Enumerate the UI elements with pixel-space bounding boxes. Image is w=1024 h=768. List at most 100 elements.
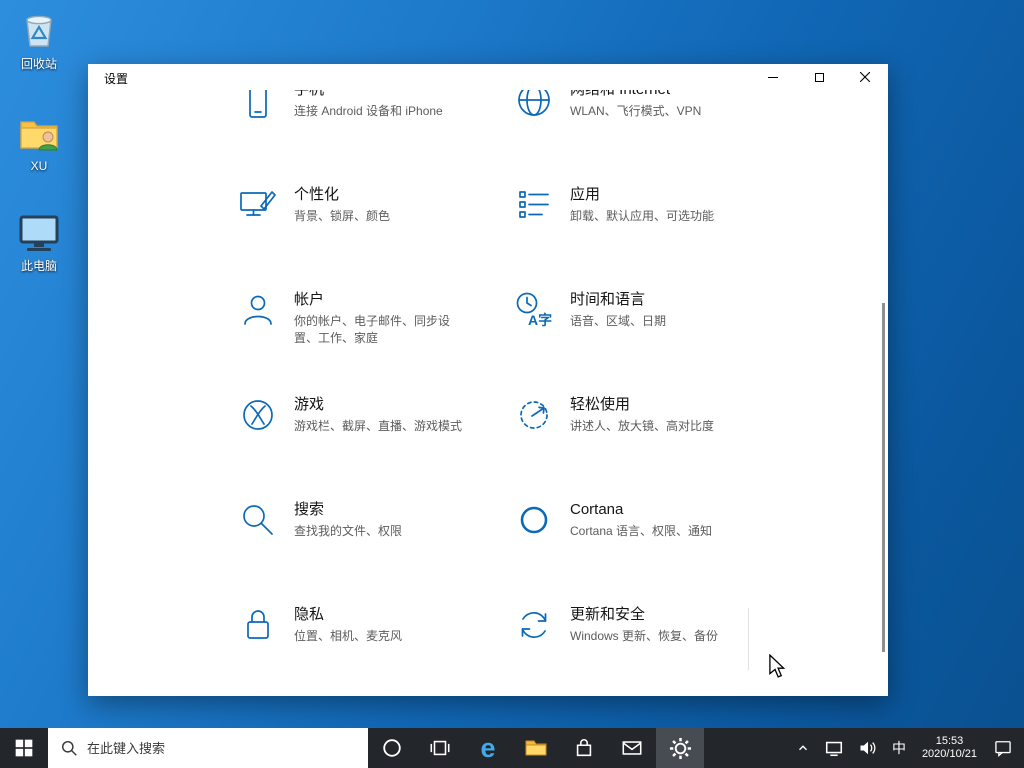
lock-icon <box>238 605 278 645</box>
cortana-button[interactable] <box>368 728 416 768</box>
apps-icon <box>514 185 554 225</box>
taskbar-search[interactable] <box>48 728 368 768</box>
network-icon <box>825 741 842 757</box>
settings-category-update-security[interactable]: 更新和安全 Windows 更新、恢复、备份 <box>514 605 786 696</box>
category-title: 隐私 <box>294 606 325 623</box>
category-title: 时间和语言 <box>570 291 646 308</box>
edge-button[interactable]: e <box>464 728 512 768</box>
tray-chevron-button[interactable] <box>789 728 817 768</box>
maximize-icon <box>814 72 824 82</box>
tray-volume-button[interactable] <box>851 728 885 768</box>
file-explorer-button[interactable] <box>512 728 560 768</box>
scrollbar-thumb[interactable] <box>882 303 885 652</box>
action-center-button[interactable] <box>986 728 1020 768</box>
start-button[interactable] <box>0 728 48 768</box>
time-language-icon: A字 <box>514 290 554 330</box>
volume-icon <box>860 741 876 755</box>
mail-button[interactable] <box>608 728 656 768</box>
category-desc: 游戏栏、截屏、直播、游戏模式 <box>294 419 463 433</box>
settings-taskbar-button[interactable] <box>656 728 704 768</box>
this-pc-icon <box>16 210 62 254</box>
category-title: 个性化 <box>294 186 340 203</box>
settings-category-time-language[interactable]: A字 时间和语言 语音、区域、日期 <box>514 290 786 395</box>
settings-category-phone[interactable]: 手机 连接 Android 设备和 iPhone <box>238 90 510 185</box>
tile-hover-edge <box>748 608 749 670</box>
settings-category-ease-of-access[interactable]: 轻松使用 讲述人、放大镜、高对比度 <box>514 395 786 500</box>
search-icon <box>61 740 77 756</box>
mail-icon <box>622 741 642 755</box>
close-icon <box>860 72 870 82</box>
desktop-icon-user-folder[interactable]: XU <box>2 112 76 173</box>
clock-date: 2020/10/21 <box>921 748 977 760</box>
store-button[interactable] <box>560 728 608 768</box>
category-title: 手机 <box>294 90 443 100</box>
category-title: 轻松使用 <box>570 396 631 413</box>
clock-time: 15:53 <box>935 735 964 747</box>
store-icon <box>576 739 592 757</box>
file-explorer-icon <box>525 740 547 756</box>
cortana-icon <box>514 500 554 540</box>
phone-icon <box>238 90 278 120</box>
personalization-icon <box>238 185 278 225</box>
category-desc: 背景、锁屏、颜色 <box>294 209 391 223</box>
tray-clock[interactable]: 15:53 2020/10/21 <box>913 735 986 761</box>
minimize-icon <box>768 76 778 78</box>
category-desc: 讲述人、放大镜、高对比度 <box>570 419 715 433</box>
settings-category-accounts[interactable]: 帐户 你的帐户、电子邮件、同步设置、工作、家庭 <box>238 290 510 395</box>
settings-category-search[interactable]: 搜索 查找我的文件、权限 <box>238 500 510 605</box>
settings-category-gaming[interactable]: 游戏 游戏栏、截屏、直播、游戏模式 <box>238 395 510 500</box>
gear-icon <box>669 737 691 759</box>
ease-of-access-icon <box>514 395 554 435</box>
chevron-up-icon <box>798 745 807 751</box>
settings-category-privacy[interactable]: 隐私 位置、相机、麦克风 <box>238 605 510 696</box>
accounts-icon <box>238 290 278 330</box>
close-button[interactable] <box>842 64 888 90</box>
svg-text:A字: A字 <box>528 312 552 328</box>
taskbar: e <box>0 728 1024 768</box>
task-view-button[interactable] <box>416 728 464 768</box>
settings-category-personalization[interactable]: 个性化 背景、锁屏、颜色 <box>238 185 510 290</box>
category-title: 帐户 <box>294 291 325 308</box>
search-category-icon <box>238 500 278 540</box>
settings-category-network[interactable]: 网络和 Internet WLAN、飞行模式、VPN <box>514 90 786 185</box>
windows-logo-icon <box>15 739 33 757</box>
tray-network-button[interactable] <box>817 728 851 768</box>
category-title: 网络和 Internet <box>570 90 701 100</box>
category-title: 搜索 <box>294 501 325 518</box>
globe-icon <box>514 90 554 120</box>
category-desc: 卸载、默认应用、可选功能 <box>570 209 715 223</box>
desktop-icon-label: XU <box>30 159 48 173</box>
edge-icon: e <box>480 732 496 763</box>
category-desc: Windows 更新、恢复、备份 <box>570 629 719 643</box>
category-title: 应用 <box>570 186 601 203</box>
category-desc: 连接 Android 设备和 iPhone <box>294 104 443 118</box>
action-center-icon <box>995 741 1011 757</box>
category-desc: 位置、相机、麦克风 <box>294 629 403 643</box>
recycle-bin-icon <box>16 8 62 52</box>
xbox-icon <box>238 395 278 435</box>
user-folder-icon <box>16 112 62 156</box>
settings-category-apps[interactable]: 应用 卸载、默认应用、可选功能 <box>514 185 786 290</box>
category-title: 更新和安全 <box>570 606 646 623</box>
window-title: 设置 <box>104 72 129 86</box>
cortana-ring-icon <box>383 739 401 757</box>
category-desc: 查找我的文件、权限 <box>294 524 403 538</box>
maximize-button[interactable] <box>796 64 842 90</box>
desktop-icon-recycle-bin[interactable]: 回收站 <box>2 8 76 72</box>
category-desc: 语音、区域、日期 <box>570 314 667 328</box>
category-desc: 你的帐户、电子邮件、同步设置、工作、家庭 <box>294 314 451 345</box>
update-security-icon <box>514 605 554 645</box>
task-view-icon <box>430 740 450 756</box>
category-title: 游戏 <box>294 396 325 413</box>
desktop-icon-label: 回收站 <box>20 57 57 71</box>
desktop-icon-this-pc[interactable]: 此电脑 <box>2 210 76 274</box>
titlebar[interactable]: 设置 <box>88 64 888 90</box>
category-title: Cortana <box>570 501 624 518</box>
ime-indicator[interactable]: 中 <box>885 728 913 768</box>
settings-window: 设置 手机 连接 Android 设备和 iPhone <box>88 64 888 696</box>
search-input[interactable] <box>87 740 327 756</box>
settings-category-cortana[interactable]: Cortana Cortana 语言、权限、通知 <box>514 500 786 605</box>
category-desc: WLAN、飞行模式、VPN <box>570 104 702 118</box>
settings-home-grid: 手机 连接 Android 设备和 iPhone 网络和 Internet WL… <box>88 90 888 696</box>
minimize-button[interactable] <box>750 64 796 90</box>
